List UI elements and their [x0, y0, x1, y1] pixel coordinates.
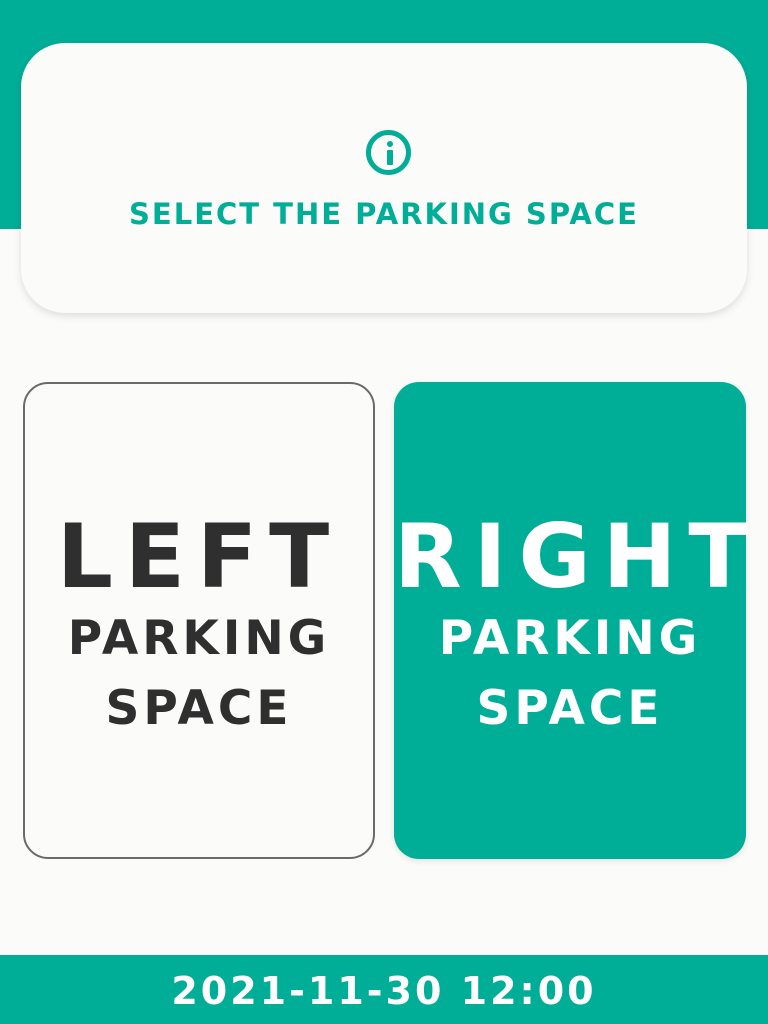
left-space-label: LEFT: [56, 505, 342, 608]
header-card: [21, 43, 747, 313]
left-space-line2: SPACE: [105, 681, 293, 736]
right-parking-space-button[interactable]: RIGHT PARKING SPACE: [394, 382, 761, 859]
right-space-label: RIGHT: [394, 505, 761, 608]
info-icon: [366, 130, 411, 175]
info-icon-stem: [386, 150, 393, 165]
right-space-line2: SPACE: [476, 681, 664, 736]
right-space-line1: PARKING: [438, 611, 702, 666]
left-space-line1: PARKING: [67, 611, 331, 666]
footer-bar: 2021-11-30 12:00: [0, 955, 768, 1024]
left-parking-space-button[interactable]: LEFT PARKING SPACE: [23, 382, 375, 859]
footer-datetime: 2021-11-30 12:00: [171, 969, 597, 1013]
page-title: SELECT THE PARKING SPACE: [129, 197, 639, 231]
info-icon-dot: [386, 141, 393, 147]
